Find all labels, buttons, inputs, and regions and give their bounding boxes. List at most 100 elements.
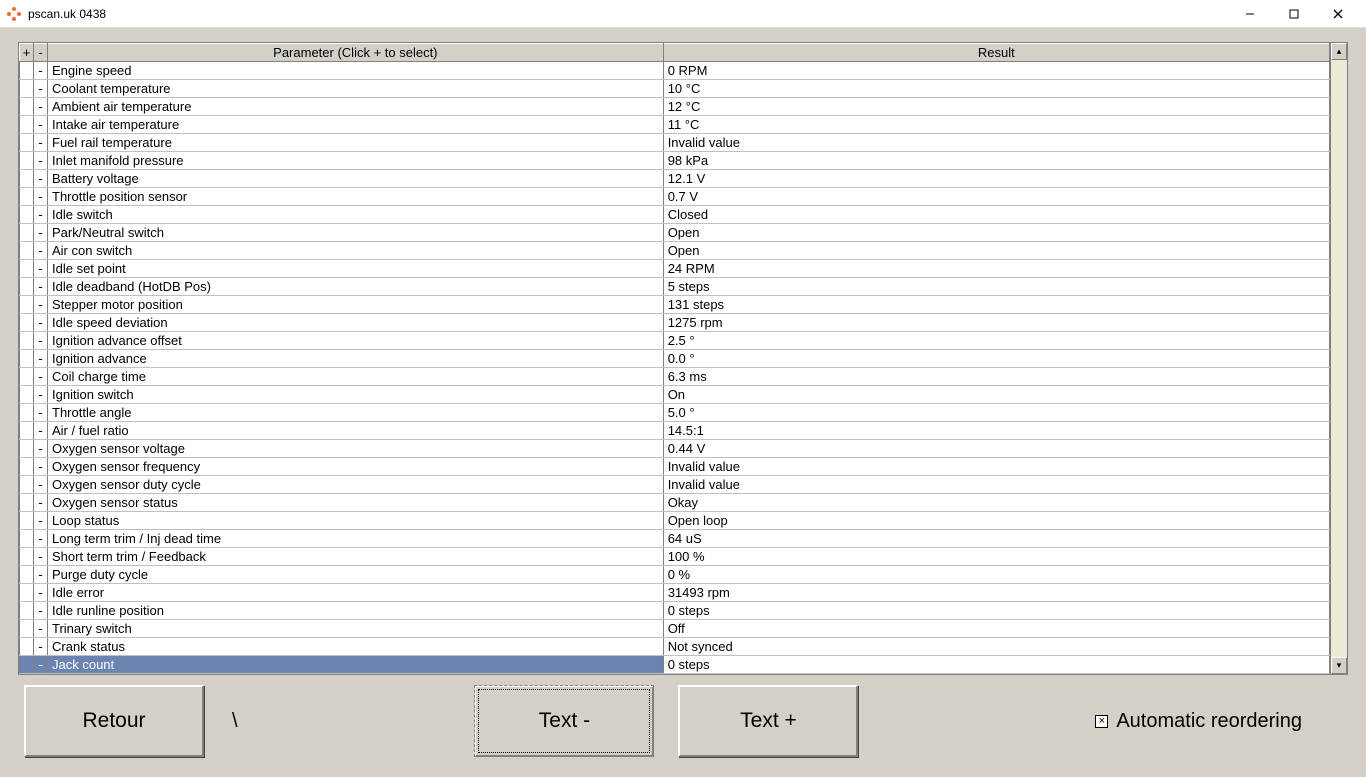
row-minus-cell[interactable]: -	[34, 422, 48, 440]
table-row[interactable]: -Ignition switchOn	[20, 386, 1330, 404]
row-minus-cell[interactable]: -	[34, 404, 48, 422]
parameter-cell[interactable]: Purge duty cycle	[48, 566, 664, 584]
row-plus-cell[interactable]	[20, 260, 34, 278]
parameter-cell[interactable]: Idle runline position	[48, 602, 664, 620]
parameter-cell[interactable]: Ambient air temperature	[48, 98, 664, 116]
parameter-cell[interactable]: Idle deadband (HotDB Pos)	[48, 278, 664, 296]
parameter-cell[interactable]: Oxygen sensor frequency	[48, 458, 664, 476]
parameter-cell[interactable]: Throttle angle	[48, 404, 664, 422]
row-plus-cell[interactable]	[20, 584, 34, 602]
table-row[interactable]: -Ignition advance offset2.5 °	[20, 332, 1330, 350]
row-minus-cell[interactable]: -	[34, 224, 48, 242]
parameter-cell[interactable]: Short term trim / Feedback	[48, 548, 664, 566]
parameter-cell[interactable]: Jack count	[48, 656, 664, 674]
row-minus-cell[interactable]: -	[34, 260, 48, 278]
row-plus-cell[interactable]	[20, 368, 34, 386]
close-button[interactable]	[1316, 0, 1360, 28]
row-minus-cell[interactable]: -	[34, 332, 48, 350]
row-plus-cell[interactable]	[20, 224, 34, 242]
parameter-cell[interactable]: Long term trim / Inj dead time	[48, 530, 664, 548]
parameter-cell[interactable]: Inlet manifold pressure	[48, 152, 664, 170]
table-row[interactable]: -Coolant temperature10 °C	[20, 80, 1330, 98]
result-cell[interactable]: 64 uS	[663, 530, 1329, 548]
table-row[interactable]: -Short term trim / Feedback100 %	[20, 548, 1330, 566]
row-plus-cell[interactable]	[20, 350, 34, 368]
row-minus-cell[interactable]: -	[34, 638, 48, 656]
table-row[interactable]: -Park/Neutral switchOpen	[20, 224, 1330, 242]
parameter-cell[interactable]: Battery voltage	[48, 170, 664, 188]
row-plus-cell[interactable]	[20, 494, 34, 512]
parameter-cell[interactable]: Park/Neutral switch	[48, 224, 664, 242]
scroll-down-button[interactable]: ▾	[1331, 657, 1347, 674]
result-cell[interactable]: 0 %	[663, 566, 1329, 584]
row-minus-cell[interactable]: -	[34, 170, 48, 188]
result-cell[interactable]: Invalid value	[663, 458, 1329, 476]
row-minus-cell[interactable]: -	[34, 152, 48, 170]
table-row[interactable]: -Battery voltage12.1 V	[20, 170, 1330, 188]
row-minus-cell[interactable]: -	[34, 62, 48, 80]
row-minus-cell[interactable]: -	[34, 584, 48, 602]
table-row[interactable]: -Engine speed0 RPM	[20, 62, 1330, 80]
result-cell[interactable]: 12 °C	[663, 98, 1329, 116]
row-plus-cell[interactable]	[20, 242, 34, 260]
table-row[interactable]: -Coil charge time6.3 ms	[20, 368, 1330, 386]
parameter-cell[interactable]: Idle error	[48, 584, 664, 602]
table-row[interactable]: -Stepper motor position131 steps	[20, 296, 1330, 314]
header-minus[interactable]: -	[34, 44, 48, 62]
row-minus-cell[interactable]: -	[34, 188, 48, 206]
result-cell[interactable]: 5 steps	[663, 278, 1329, 296]
scroll-up-button[interactable]: ▴	[1331, 43, 1347, 60]
parameter-cell[interactable]: Air / fuel ratio	[48, 422, 664, 440]
result-cell[interactable]: On	[663, 386, 1329, 404]
result-cell[interactable]: 31493 rpm	[663, 584, 1329, 602]
table-row[interactable]: -Loop statusOpen loop	[20, 512, 1330, 530]
row-plus-cell[interactable]	[20, 80, 34, 98]
row-minus-cell[interactable]: -	[34, 80, 48, 98]
row-plus-cell[interactable]	[20, 278, 34, 296]
row-minus-cell[interactable]: -	[34, 116, 48, 134]
table-row[interactable]: -Oxygen sensor duty cycleInvalid value	[20, 476, 1330, 494]
result-cell[interactable]: 11 °C	[663, 116, 1329, 134]
header-plus[interactable]: +	[20, 44, 34, 62]
row-plus-cell[interactable]	[20, 116, 34, 134]
row-minus-cell[interactable]: -	[34, 656, 48, 674]
table-row[interactable]: -Intake air temperature11 °C	[20, 116, 1330, 134]
table-row[interactable]: -Idle deadband (HotDB Pos)5 steps	[20, 278, 1330, 296]
table-row[interactable]: -Inlet manifold pressure98 kPa	[20, 152, 1330, 170]
parameter-table[interactable]: + - Parameter (Click + to select) Result…	[19, 43, 1330, 674]
row-plus-cell[interactable]	[20, 296, 34, 314]
result-cell[interactable]: 0.7 V	[663, 188, 1329, 206]
row-plus-cell[interactable]	[20, 332, 34, 350]
scroll-track[interactable]	[1331, 60, 1347, 657]
row-plus-cell[interactable]	[20, 602, 34, 620]
result-cell[interactable]: 100 %	[663, 548, 1329, 566]
row-plus-cell[interactable]	[20, 476, 34, 494]
row-minus-cell[interactable]: -	[34, 278, 48, 296]
result-cell[interactable]: 1275 rpm	[663, 314, 1329, 332]
parameter-cell[interactable]: Oxygen sensor duty cycle	[48, 476, 664, 494]
table-row[interactable]: -Trinary switchOff	[20, 620, 1330, 638]
parameter-cell[interactable]: Loop status	[48, 512, 664, 530]
table-row[interactable]: -Air / fuel ratio14.5:1	[20, 422, 1330, 440]
table-row[interactable]: -Throttle angle5.0 °	[20, 404, 1330, 422]
parameter-cell[interactable]: Fuel rail temperature	[48, 134, 664, 152]
retour-button[interactable]: Retour	[24, 685, 204, 757]
parameter-cell[interactable]: Coolant temperature	[48, 80, 664, 98]
row-minus-cell[interactable]: -	[34, 620, 48, 638]
table-row[interactable]: -Idle error31493 rpm	[20, 584, 1330, 602]
text-plus-button[interactable]: Text +	[678, 685, 858, 757]
result-cell[interactable]: Not synced	[663, 638, 1329, 656]
row-plus-cell[interactable]	[20, 458, 34, 476]
row-minus-cell[interactable]: -	[34, 242, 48, 260]
result-cell[interactable]: 24 RPM	[663, 260, 1329, 278]
result-cell[interactable]: 6.3 ms	[663, 368, 1329, 386]
result-cell[interactable]: 12.1 V	[663, 170, 1329, 188]
parameter-cell[interactable]: Oxygen sensor voltage	[48, 440, 664, 458]
row-plus-cell[interactable]	[20, 206, 34, 224]
parameter-cell[interactable]: Throttle position sensor	[48, 188, 664, 206]
row-plus-cell[interactable]	[20, 62, 34, 80]
row-minus-cell[interactable]: -	[34, 350, 48, 368]
result-cell[interactable]: 5.0 °	[663, 404, 1329, 422]
row-plus-cell[interactable]	[20, 98, 34, 116]
row-minus-cell[interactable]: -	[34, 512, 48, 530]
